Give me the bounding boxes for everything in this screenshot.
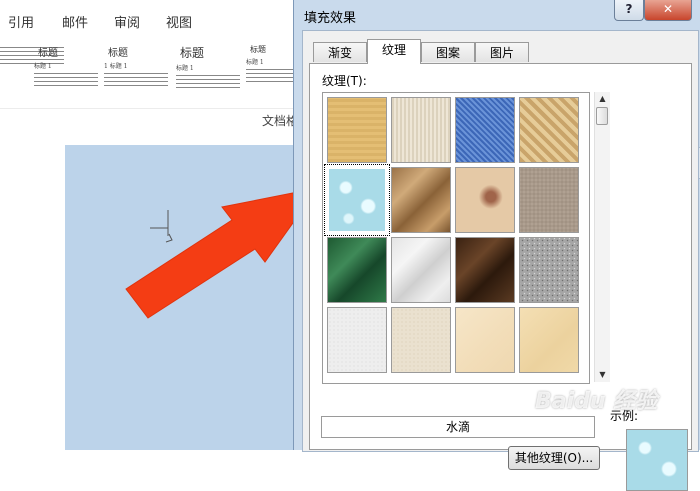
tab-picture[interactable]: 图片: [475, 42, 529, 62]
texture-grid-scrollbar[interactable]: ▲ ▼: [594, 92, 610, 382]
recycled-paper-texture[interactable]: [391, 307, 451, 373]
papyrus-texture[interactable]: [327, 97, 387, 163]
texture-grid: [322, 92, 590, 384]
scroll-up-arrow-icon[interactable]: ▲: [595, 92, 610, 106]
ribbon-tab-view[interactable]: 视图: [166, 12, 192, 31]
style-thumb-heading: 1 标题 1: [104, 63, 128, 70]
styles-gallery: 标题 标题 1 标题 1 标题 1 标题 标题 1 标题 标题 1: [0, 40, 300, 108]
white-marble-texture[interactable]: [391, 237, 451, 303]
style-thumb-text-lines: [246, 69, 300, 82]
dialog-title: 填充效果: [304, 11, 357, 26]
help-button[interactable]: ?: [614, 0, 644, 21]
newsprint-texture[interactable]: [327, 307, 387, 373]
close-button[interactable]: ✕: [644, 0, 692, 21]
ribbon-tab-review[interactable]: 审阅: [114, 12, 140, 31]
tab-gradient[interactable]: 渐变: [313, 42, 367, 62]
fish-fossil-texture[interactable]: [455, 167, 515, 233]
ribbon-tab-references[interactable]: 引用: [8, 12, 34, 31]
green-marble-texture[interactable]: [327, 237, 387, 303]
paper-bag-texture[interactable]: [391, 167, 451, 233]
scroll-down-arrow-icon[interactable]: ▼: [595, 368, 610, 382]
granite-texture[interactable]: [519, 237, 579, 303]
style-thumb-text-lines: [176, 75, 240, 88]
style-thumb-text-lines: [34, 73, 98, 86]
texture-name-field: 水滴: [321, 416, 595, 438]
parchment-texture[interactable]: [455, 307, 515, 373]
style-thumb-heading: 标题 1: [176, 65, 194, 72]
dialog-titlebar[interactable]: 填充效果 ? ✕: [294, 0, 700, 30]
style-thumb-title: 标题: [180, 46, 205, 60]
sand-texture[interactable]: [519, 167, 579, 233]
style-thumb-text-lines: [104, 73, 168, 86]
denim-texture[interactable]: [455, 97, 515, 163]
texture-label: 纹理(T):: [322, 74, 367, 88]
water-droplets-texture[interactable]: [324, 164, 390, 236]
woven-mat-texture[interactable]: [519, 97, 579, 163]
sample-preview: [626, 429, 688, 491]
style-thumb-heading: 标题 1: [246, 59, 264, 66]
style-thumb[interactable]: 标题 标题 1: [34, 44, 98, 104]
style-thumb-heading: 标题 1: [34, 63, 52, 70]
scroll-thumb[interactable]: [596, 107, 608, 125]
style-thumb-title: 标题: [108, 48, 128, 59]
baidu-watermark: Baidu 经验: [535, 389, 658, 414]
tab-texture[interactable]: 纹理: [367, 39, 421, 64]
tab-pattern[interactable]: 图案: [421, 42, 475, 62]
style-thumb[interactable]: 标题 标题 1: [246, 44, 300, 104]
stationery-texture[interactable]: [519, 307, 579, 373]
canvas-texture[interactable]: [391, 97, 451, 163]
brown-marble-texture[interactable]: [455, 237, 515, 303]
style-thumb[interactable]: 标题 1 标题 1: [104, 44, 168, 104]
document-page[interactable]: [65, 145, 300, 450]
style-thumb[interactable]: 标题 标题 1: [176, 44, 240, 104]
text-cursor-icon: [150, 210, 173, 243]
style-thumb-title: 标题: [38, 48, 58, 59]
ribbon-tab-mailings[interactable]: 邮件: [62, 12, 88, 31]
